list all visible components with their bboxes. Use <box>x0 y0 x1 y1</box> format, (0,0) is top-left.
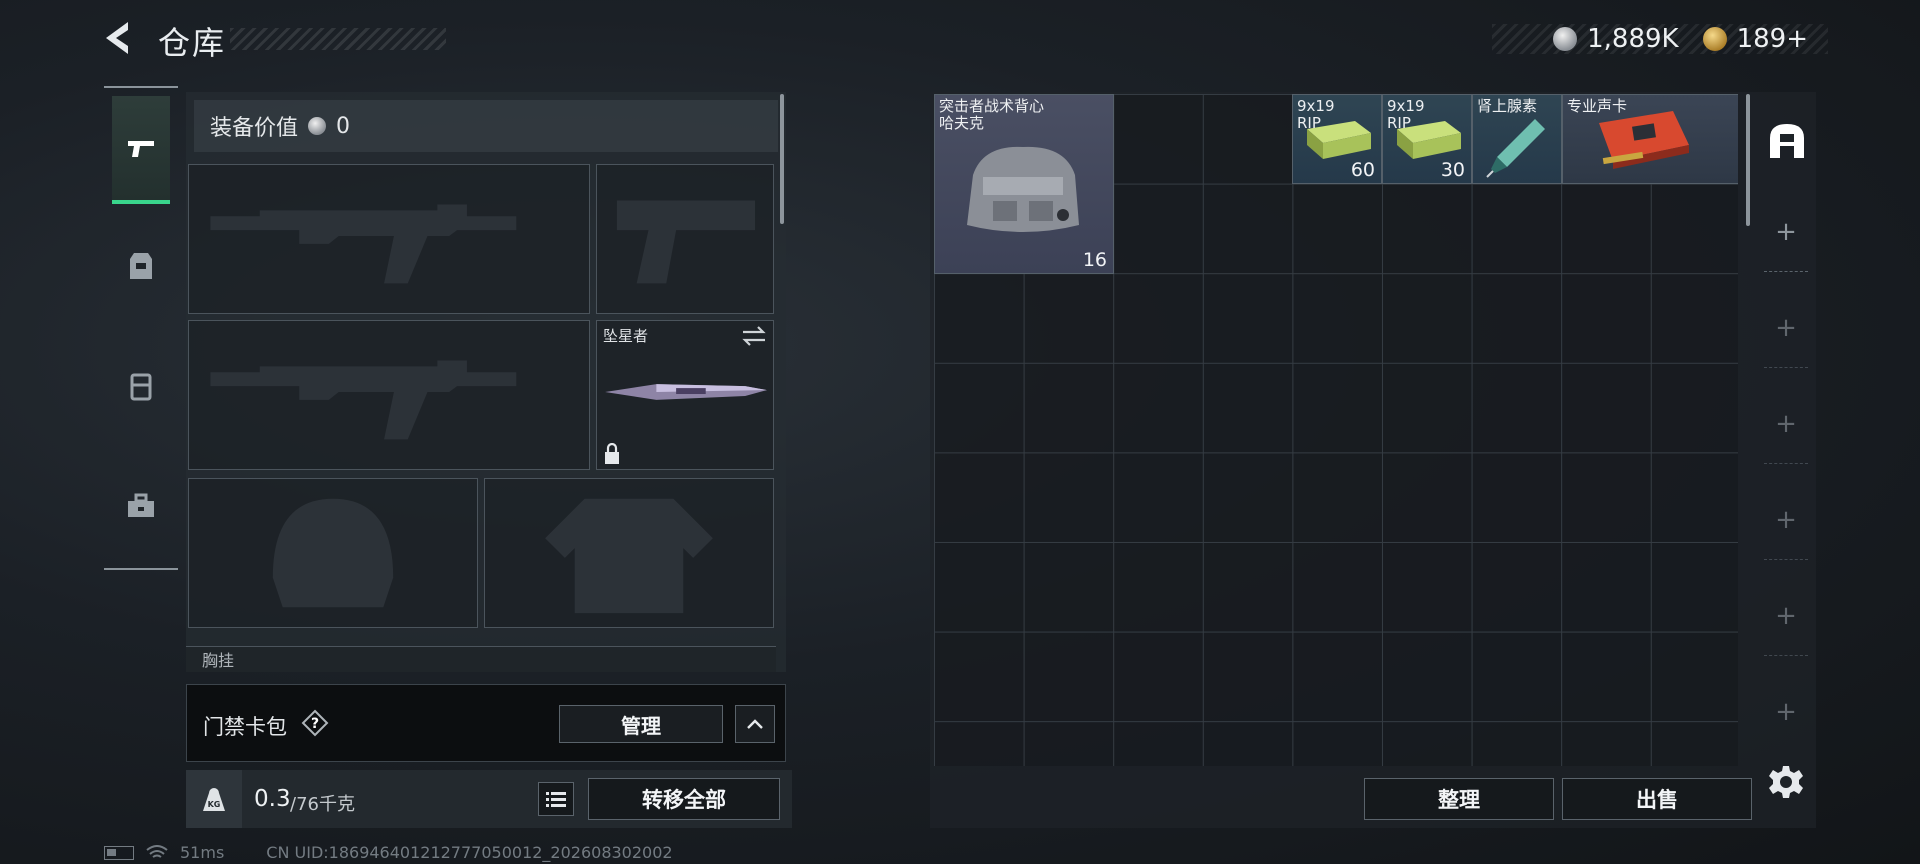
adrenaline-syringe-icon <box>1486 119 1545 178</box>
item-count: 16 <box>1082 249 1107 271</box>
help-icon-text: ? <box>311 716 319 732</box>
helmet-silhouette-icon <box>272 498 394 608</box>
collapse-button[interactable] <box>735 705 775 743</box>
equipment-value-label: 装备价值 <box>210 116 299 141</box>
equipment-scrollbar[interactable] <box>780 94 784 224</box>
back-arrow-icon[interactable] <box>100 18 140 58</box>
add-container-slot[interactable]: + <box>1764 384 1808 464</box>
inventory-item[interactable]: 突击者战术背心 哈夫克 16 <box>934 94 1114 274</box>
melee-slot[interactable]: 坠星者 <box>596 320 774 470</box>
add-container-slot[interactable]: + <box>1764 576 1808 656</box>
chest-rig-slot[interactable]: 胸挂 <box>186 646 776 672</box>
inventory-item[interactable]: 肾上腺素 <box>1472 94 1562 184</box>
inventory-item[interactable]: 专业声卡 <box>1562 94 1738 184</box>
equipment-value: 0 <box>336 113 351 139</box>
armor-silhouette-icon <box>545 498 713 614</box>
add-container-slot[interactable]: + <box>1764 672 1808 752</box>
weight-bar: KG 0.3 /76千克 转移全部 <box>186 770 792 828</box>
keycard-bar: 门禁卡包 ? 管理 <box>186 684 786 762</box>
gold-currency-value[interactable]: 189+ <box>1737 24 1808 54</box>
inventory-item[interactable]: 9x19 RIP 30 <box>1382 94 1472 184</box>
chevron-up-icon <box>747 719 763 729</box>
rifle-silhouette-icon <box>210 204 517 284</box>
pistol-icon <box>128 141 154 157</box>
add-container-slot[interactable]: + <box>1764 288 1808 368</box>
weight-icon-text: KG <box>208 800 221 809</box>
ping-value: 51ms <box>180 843 225 862</box>
gear-icon[interactable] <box>1768 764 1804 800</box>
item-name: 9x19 RIP <box>1387 97 1425 132</box>
tactical-backpack-icon <box>967 146 1079 232</box>
tab-supplies[interactable] <box>112 452 170 560</box>
title-decoration <box>230 28 446 50</box>
tab-armor[interactable] <box>112 212 170 320</box>
manage-button[interactable]: 管理 <box>559 705 723 743</box>
tab-backpack[interactable] <box>112 332 170 440</box>
add-container-slot[interactable]: + <box>1764 192 1808 272</box>
item-name: 突击者战术背心 哈夫克 <box>939 97 1045 132</box>
weight-max: /76千克 <box>290 794 355 815</box>
category-tabs <box>104 86 178 570</box>
battery-icon <box>104 845 134 860</box>
gold-coin-icon <box>1702 27 1727 51</box>
sound-card-icon <box>1599 111 1689 169</box>
toolbox-icon <box>128 493 154 517</box>
weight-current: 0.3 <box>254 786 291 812</box>
item-count: 60 <box>1350 159 1375 181</box>
primary-weapon-slot[interactable] <box>188 164 590 314</box>
pistol-silhouette-icon <box>616 200 756 284</box>
helmet-slot[interactable] <box>188 478 478 628</box>
sell-button[interactable]: 出售 <box>1562 778 1752 820</box>
status-footer: 51ms CN UID:186946401212777050012_202608… <box>104 843 673 862</box>
list-icon <box>546 792 566 807</box>
tab-weapons[interactable] <box>112 96 170 204</box>
inventory-item[interactable]: 9x19 RIP 60 <box>1292 94 1382 184</box>
silver-coin-icon <box>308 117 327 135</box>
rifle-silhouette-icon <box>210 360 517 440</box>
keycard-label: 门禁卡包 <box>203 715 287 739</box>
page-title: 仓库 <box>158 24 227 62</box>
silver-coin-icon <box>1553 27 1578 51</box>
backpack-icon[interactable] <box>1766 120 1808 162</box>
wifi-icon <box>146 844 168 858</box>
body-armor-slot[interactable] <box>484 478 774 628</box>
backup-weapon-slot[interactable] <box>188 320 590 470</box>
weight-icon: KG <box>186 770 242 828</box>
item-name: 9x19 RIP <box>1297 97 1335 132</box>
currency-bar: 1,889K 189+ <box>1492 24 1828 54</box>
vest-icon <box>130 253 152 279</box>
item-name: 专业声卡 <box>1567 97 1628 115</box>
help-icon[interactable]: ? <box>301 709 329 737</box>
add-container-slot[interactable]: + <box>1764 480 1808 560</box>
transfer-all-button[interactable]: 转移全部 <box>588 778 780 820</box>
backpack-icon <box>130 373 152 401</box>
item-name: 肾上腺素 <box>1477 97 1538 115</box>
sort-button[interactable]: 整理 <box>1364 778 1554 820</box>
knife-icon <box>605 384 767 400</box>
item-count: 30 <box>1440 159 1465 181</box>
equipment-panel: 装备价值 0 坠星者 <box>186 92 786 672</box>
lock-icon <box>605 443 619 464</box>
equipment-value-row: 装备价值 0 <box>194 100 778 152</box>
list-view-button[interactable] <box>538 782 574 816</box>
inventory-grid[interactable]: 突击者战术背心 哈夫克 16 9x19 RIP 60 9x19 RIP 30 肾… <box>934 94 1738 766</box>
container-column: + + + + + + <box>1756 92 1816 828</box>
inventory-scrollbar[interactable] <box>1746 94 1750 226</box>
uid-text: CN UID:186946401212777050012_20260830200… <box>266 843 673 862</box>
secondary-weapon-slot[interactable] <box>596 164 774 314</box>
silver-currency-value: 1,889K <box>1587 24 1679 54</box>
